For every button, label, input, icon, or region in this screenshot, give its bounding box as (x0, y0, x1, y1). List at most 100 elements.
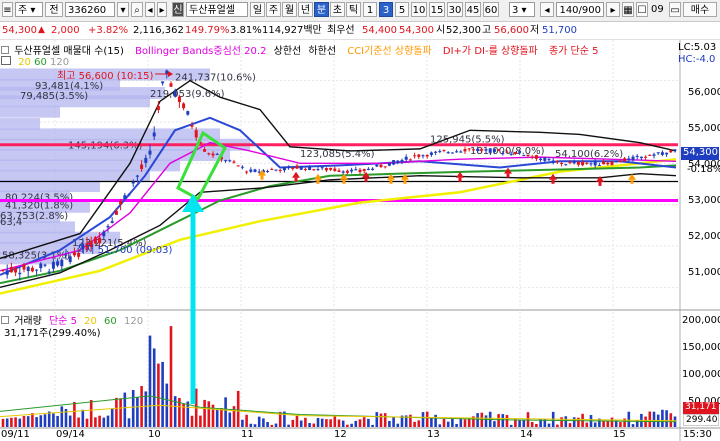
volume-bar (518, 420, 521, 427)
price-axis-55000: 55,000 (688, 123, 720, 134)
candle-body (438, 151, 442, 153)
candle-body (186, 111, 190, 115)
scroll-left-icon[interactable]: ◂ (540, 2, 554, 17)
volume-bar (350, 423, 353, 427)
candle-body (354, 169, 358, 171)
candle-body (509, 153, 513, 155)
stock-name: 두산퓨얼셀 (186, 2, 248, 17)
period-month-button[interactable]: 월 (282, 2, 297, 17)
volume-bar (203, 399, 206, 427)
quote-row: 54,300 ▲ 2,000 +3.82% 2,116,362 149.79% … (0, 22, 720, 40)
count-select[interactable]: 3 ▾ (509, 2, 535, 17)
period-tick-button[interactable]: 틱 (346, 2, 361, 17)
candle-body (597, 165, 601, 167)
volume-bar (346, 424, 349, 427)
period-year-button[interactable]: 년 (298, 2, 313, 17)
volume-bar (291, 419, 295, 427)
candle-body (593, 161, 597, 166)
interval-3-button[interactable]: 3 (379, 2, 393, 17)
volume-ma-120: 120 (123, 316, 144, 327)
candle-body (114, 210, 118, 215)
window-icon[interactable]: ▭ (669, 2, 681, 17)
next-arrow-icon[interactable]: ▸ (157, 2, 167, 17)
volume-bar (325, 419, 328, 427)
all-tab[interactable]: 전 (45, 2, 63, 17)
signal-arrow-stem (403, 179, 407, 184)
candle-body (177, 96, 181, 103)
period-minute-button[interactable]: 분 (314, 2, 329, 17)
up-arrow-icon: ▲ (38, 25, 45, 35)
prev-arrow-icon[interactable]: ◂ (145, 2, 155, 17)
interval-45-button[interactable]: 45 (465, 2, 481, 17)
candle-body (476, 148, 480, 151)
volume-profile-bar (0, 169, 150, 182)
candle-body (299, 166, 303, 170)
candle-body (22, 264, 26, 270)
volume-bar (224, 397, 227, 427)
code-search-icon[interactable]: ▾ (117, 2, 129, 17)
volume-bar (413, 421, 416, 427)
volume-bar (509, 424, 513, 427)
volume-bar (22, 416, 26, 427)
signal-arrow-stem (389, 179, 393, 184)
volume-bar (631, 424, 635, 427)
interval-5-button[interactable]: 5 (395, 2, 409, 17)
period-week-button[interactable]: 주 (266, 2, 281, 17)
candle-body (471, 149, 475, 151)
checkbox-icon[interactable]: ☐ (636, 2, 648, 17)
volume-bar (396, 423, 400, 427)
volume-bar (430, 417, 433, 427)
volume-axis-200k: 200,000 (682, 315, 720, 326)
interval-15-button[interactable]: 15 (429, 2, 445, 17)
candle-body (110, 221, 114, 223)
candle-body (341, 171, 345, 173)
volume-bar (383, 413, 387, 427)
interval-60-button[interactable]: 60 (483, 2, 499, 17)
candle-body (173, 91, 177, 97)
code-input[interactable]: 336260 (65, 2, 115, 17)
volume-bar (60, 406, 64, 427)
volume-bar (602, 420, 605, 427)
signal-arrow-stem (260, 175, 264, 180)
candle-body (337, 170, 341, 172)
interval-10-button[interactable]: 10 (411, 2, 427, 17)
signal-arrow-stem (458, 177, 462, 182)
candle-body (404, 156, 408, 160)
interval-1-button[interactable]: 1 (363, 2, 377, 17)
menu-icon[interactable]: ≡ (2, 2, 13, 17)
volume-bar (43, 414, 47, 427)
volume-bar (409, 414, 412, 427)
candle-body (102, 231, 106, 237)
price-axis-51000: 51,000 (688, 267, 720, 278)
volume-bar (354, 420, 358, 427)
volume-bar (257, 416, 261, 427)
candle-body (224, 160, 228, 162)
magnifier-icon[interactable]: ⌕ (131, 2, 143, 17)
volume-bar (299, 420, 303, 427)
candle-body (665, 152, 669, 155)
volume-bar (228, 412, 232, 427)
legend-cci: CCI기준선 상향돌파 (347, 46, 432, 57)
scroll-right-icon[interactable]: ▸ (606, 2, 620, 17)
volume-bar (98, 415, 101, 427)
candle-body (26, 266, 30, 272)
volume-bar (669, 413, 673, 427)
volume-bar (337, 419, 341, 427)
buy-button[interactable]: 매수 (683, 2, 717, 17)
volume-bar (568, 423, 572, 427)
candle-body (68, 256, 72, 263)
volume-bar (652, 411, 656, 427)
period-day-button[interactable]: 일 (250, 2, 265, 17)
legend-collapse-icon[interactable] (1, 46, 9, 54)
candle-body (627, 158, 631, 161)
volume-bar (39, 415, 43, 427)
volume-collapse-icon[interactable] (1, 316, 9, 324)
grid-icon[interactable]: ▦ (622, 2, 634, 17)
candle-body (492, 148, 496, 152)
volume-bar (73, 401, 76, 427)
candle-body (358, 169, 362, 173)
market-select[interactable]: 주 ▾ (15, 2, 43, 17)
grid-toggle-icon[interactable] (1, 56, 11, 65)
period-second-button[interactable]: 초 (330, 2, 345, 17)
interval-30-button[interactable]: 30 (447, 2, 463, 17)
